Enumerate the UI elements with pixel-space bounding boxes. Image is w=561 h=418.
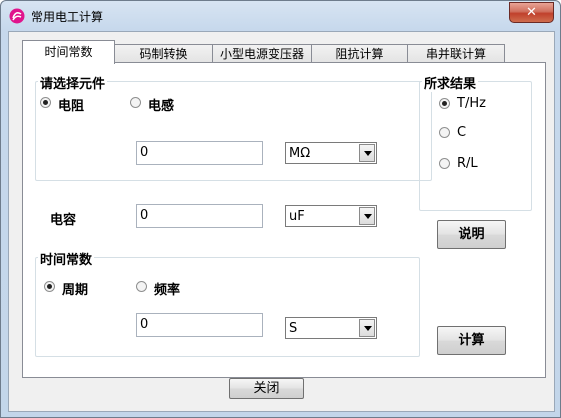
title-bar[interactable]: 常用电工计算 ✕ xyxy=(1,1,560,31)
radio-period-indicator xyxy=(44,281,55,292)
radio-result-r-l[interactable]: R/L xyxy=(439,156,519,172)
radio-inductor-indicator xyxy=(130,97,141,108)
app-logo-icon xyxy=(9,8,25,24)
time-value-input[interactable]: 0 xyxy=(136,313,263,337)
tab-series-parallel[interactable]: 串并联计算 xyxy=(407,44,505,63)
radio-frequency[interactable]: 频率 xyxy=(136,279,206,298)
radio-result-c-indicator xyxy=(439,127,450,138)
radio-result-t-hz-label: T/Hz xyxy=(457,96,486,111)
client-area: 时间常数 码制转换 小型电源变压器 阻抗计算 串并联计算 请选择元件 电阻 电感… xyxy=(8,31,555,412)
radio-result-r-l-indicator xyxy=(439,158,450,169)
result-group-title: 所求结果 xyxy=(422,73,479,92)
tab-panel: 请选择元件 电阻 电感 0 MΩ 所求结果 T/Hz C R/L 电容 0 uF… xyxy=(22,62,546,378)
calculate-button[interactable]: 计算 xyxy=(437,326,506,355)
radio-result-r-l-label: R/L xyxy=(457,156,478,171)
time-group-title: 时间常数 xyxy=(38,249,95,268)
component-unit-value: MΩ xyxy=(289,146,311,161)
radio-inductor-label: 电感 xyxy=(148,99,175,114)
component-value-input[interactable]: 0 xyxy=(136,141,263,165)
app-window: 常用电工计算 ✕ 时间常数 码制转换 小型电源变压器 阻抗计算 串并联计算 请选… xyxy=(0,0,561,418)
radio-resistor[interactable]: 电阻 xyxy=(40,95,110,114)
radio-frequency-label: 频率 xyxy=(154,283,181,298)
radio-result-c-label: C xyxy=(457,125,467,140)
component-unit-select[interactable]: MΩ xyxy=(285,142,377,164)
close-icon: ✕ xyxy=(526,5,537,20)
radio-result-t-hz-indicator xyxy=(439,98,450,109)
tab-code-conversion[interactable]: 码制转换 xyxy=(114,44,213,63)
radio-resistor-indicator xyxy=(40,97,51,108)
capacitor-label: 电容 xyxy=(50,213,77,228)
radio-result-c[interactable]: C xyxy=(439,125,519,141)
close-button[interactable]: 关闭 xyxy=(229,378,304,399)
chevron-down-icon[interactable] xyxy=(359,144,375,162)
window-close-button[interactable]: ✕ xyxy=(509,2,554,23)
tab-impedance[interactable]: 阻抗计算 xyxy=(311,44,408,63)
explain-button[interactable]: 说明 xyxy=(437,220,506,249)
chevron-down-icon[interactable] xyxy=(359,319,375,337)
radio-period[interactable]: 周期 xyxy=(44,279,114,298)
chevron-down-icon[interactable] xyxy=(359,207,375,225)
radio-result-t-hz[interactable]: T/Hz xyxy=(439,96,519,112)
component-group-title: 请选择元件 xyxy=(38,73,108,92)
capacitor-unit-select[interactable]: uF xyxy=(285,205,377,227)
radio-resistor-label: 电阻 xyxy=(58,99,85,114)
radio-inductor[interactable]: 电感 xyxy=(130,95,200,114)
capacitor-unit-value: uF xyxy=(289,209,305,224)
time-group xyxy=(35,257,420,357)
time-unit-value: S xyxy=(289,321,298,336)
time-unit-select[interactable]: S xyxy=(285,317,377,339)
window-title: 常用电工计算 xyxy=(31,10,104,24)
radio-period-label: 周期 xyxy=(62,283,89,298)
tab-small-transformer[interactable]: 小型电源变压器 xyxy=(212,44,312,63)
capacitor-value-input[interactable]: 0 xyxy=(136,204,263,228)
radio-frequency-indicator xyxy=(136,281,147,292)
tab-time-constant[interactable]: 时间常数 xyxy=(22,40,115,64)
